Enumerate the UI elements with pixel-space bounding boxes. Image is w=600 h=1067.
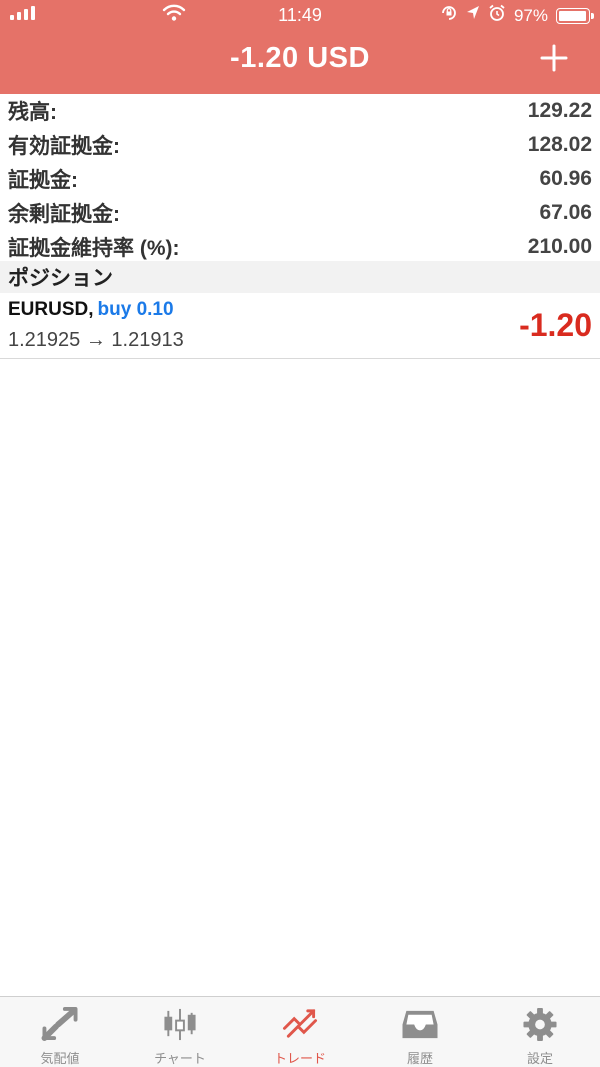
summary-value: 60.96: [539, 167, 592, 190]
orientation-lock-icon: [440, 4, 458, 27]
tab-chart[interactable]: チャート: [120, 997, 240, 1067]
account-summary: 残高: 129.22 有効証拠金: 128.02 証拠金: 60.96 余剰証拠…: [0, 94, 600, 264]
battery-icon: [556, 7, 594, 24]
summary-row-equity: 有効証拠金: 128.02: [0, 128, 600, 162]
settings-gear-icon: [523, 1007, 557, 1042]
add-button[interactable]: [534, 38, 574, 78]
summary-label: 証拠金維持率 (%):: [8, 237, 180, 260]
tab-label: トレード: [273, 1051, 326, 1066]
positions-section-header: ポジション: [0, 261, 600, 293]
summary-row-balance: 残高: 129.22: [0, 94, 600, 128]
summary-label: 残高:: [8, 101, 57, 124]
summary-label: 証拠金:: [8, 169, 78, 192]
position-symbol: EURUSD,: [8, 299, 94, 320]
candlestick-chart-icon: [164, 1008, 196, 1041]
tab-label: 気配値: [40, 1051, 80, 1066]
page-title: -1.20 USD: [230, 42, 370, 74]
summary-value: 67.06: [539, 201, 592, 224]
summary-value: 210.00: [527, 235, 592, 258]
position-profit: -1.20: [519, 307, 592, 343]
status-bar: 11:49 97%: [0, 0, 600, 30]
history-tray-icon: [402, 1010, 438, 1039]
tab-label: 履歴: [406, 1051, 433, 1066]
trade-icon: [282, 1009, 318, 1038]
app-header: 11:49 97% -1.20 USD: [0, 0, 600, 94]
tab-label: 設定: [526, 1051, 553, 1066]
summary-row-margin: 証拠金: 60.96: [0, 162, 600, 196]
tab-label: チャート: [154, 1051, 206, 1066]
tab-quotes[interactable]: 気配値: [0, 997, 120, 1067]
tab-bar: 気配値 チャート トレード 履歴 設定: [0, 996, 600, 1067]
battery-percent: 97%: [513, 5, 548, 25]
alarm-icon: [488, 4, 506, 27]
summary-label: 余剰証拠金:: [8, 203, 120, 226]
position-side-volume: buy 0.10: [97, 299, 174, 320]
battery-level: [559, 10, 587, 21]
tab-settings[interactable]: 設定: [480, 997, 600, 1067]
quotes-arrows-icon: [41, 1007, 78, 1042]
summary-value: 129.22: [527, 99, 592, 122]
position-prices: 1.21925 → 1.21913: [8, 329, 184, 351]
tab-trade[interactable]: トレード: [240, 997, 360, 1067]
summary-label: 有効証拠金:: [8, 135, 120, 158]
summary-row-margin-level: 証拠金維持率 (%): 210.00: [0, 230, 600, 264]
summary-value: 128.02: [527, 133, 592, 156]
summary-row-free-margin: 余剰証拠金: 67.06: [0, 196, 600, 230]
plus-icon: [540, 44, 568, 72]
position-row[interactable]: EURUSD, buy 0.10 1.21925 → 1.21913 -1.20: [0, 293, 600, 359]
location-icon: [466, 5, 480, 26]
tab-history[interactable]: 履歴: [360, 997, 480, 1067]
